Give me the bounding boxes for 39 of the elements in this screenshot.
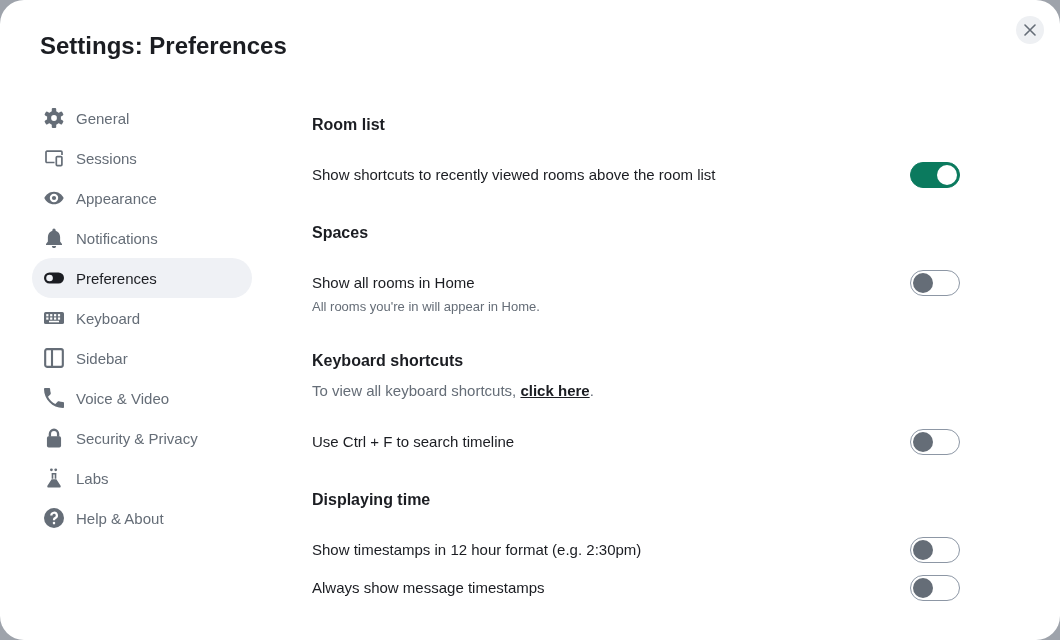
setting-label: Show shortcuts to recently viewed rooms above the room list: [312, 165, 716, 185]
sidebar-item[interactable]: Keyboard: [32, 298, 252, 338]
sidebar-item[interactable]: Sessions: [32, 138, 252, 178]
devices-icon: [44, 148, 64, 168]
bell-icon: [44, 228, 64, 248]
section-heading: Spaces: [312, 223, 370, 243]
section-heading: Keyboard shortcuts: [312, 351, 465, 371]
setting-description: All rooms you're in will appear in Home.: [312, 298, 540, 316]
phone-icon: [44, 388, 64, 408]
sidebar-item[interactable]: Sidebar: [32, 338, 252, 378]
flask-icon: [44, 468, 64, 488]
sidebar-item[interactable]: Preferences: [32, 258, 252, 298]
help-icon: [44, 508, 64, 528]
shortcuts-link[interactable]: click here: [520, 382, 590, 399]
close-icon: [1024, 24, 1036, 36]
dialog-title: Settings: Preferences: [40, 31, 287, 61]
setting-label: Always show message timestamps: [312, 578, 545, 598]
sidebar-item[interactable]: Voice & Video: [32, 378, 252, 418]
toggle-switch[interactable]: [910, 162, 960, 188]
toggle-switch[interactable]: [910, 429, 960, 455]
sidebar-item[interactable]: Security & Privacy: [32, 418, 252, 458]
close-button[interactable]: [1016, 16, 1044, 44]
setting-label: Show timestamps in 12 hour format (e.g. 2:30pm): [312, 540, 642, 560]
setting-label: Use Ctrl + F to search timeline: [312, 432, 515, 452]
sidebar-item[interactable]: Notifications: [32, 218, 252, 258]
setting-label: Show all rooms in Home: [312, 273, 475, 293]
lock-icon: [44, 428, 64, 448]
toggle-switch[interactable]: [910, 575, 960, 601]
sidebar-item[interactable]: Help & About: [32, 498, 252, 538]
panel-icon: [44, 348, 64, 368]
sidebar-item[interactable]: General: [32, 98, 252, 138]
toggle-switch[interactable]: [910, 537, 960, 563]
section-heading: Room list: [312, 115, 386, 135]
help-text: To view all keyboard shortcuts, click here.: [312, 381, 595, 401]
section-heading: Displaying time: [312, 490, 432, 510]
toggle-switch[interactable]: [910, 270, 960, 296]
sidebar-item[interactable]: Appearance: [32, 178, 252, 218]
sidebar-item[interactable]: Labs: [32, 458, 252, 498]
gear-icon: [44, 108, 64, 128]
